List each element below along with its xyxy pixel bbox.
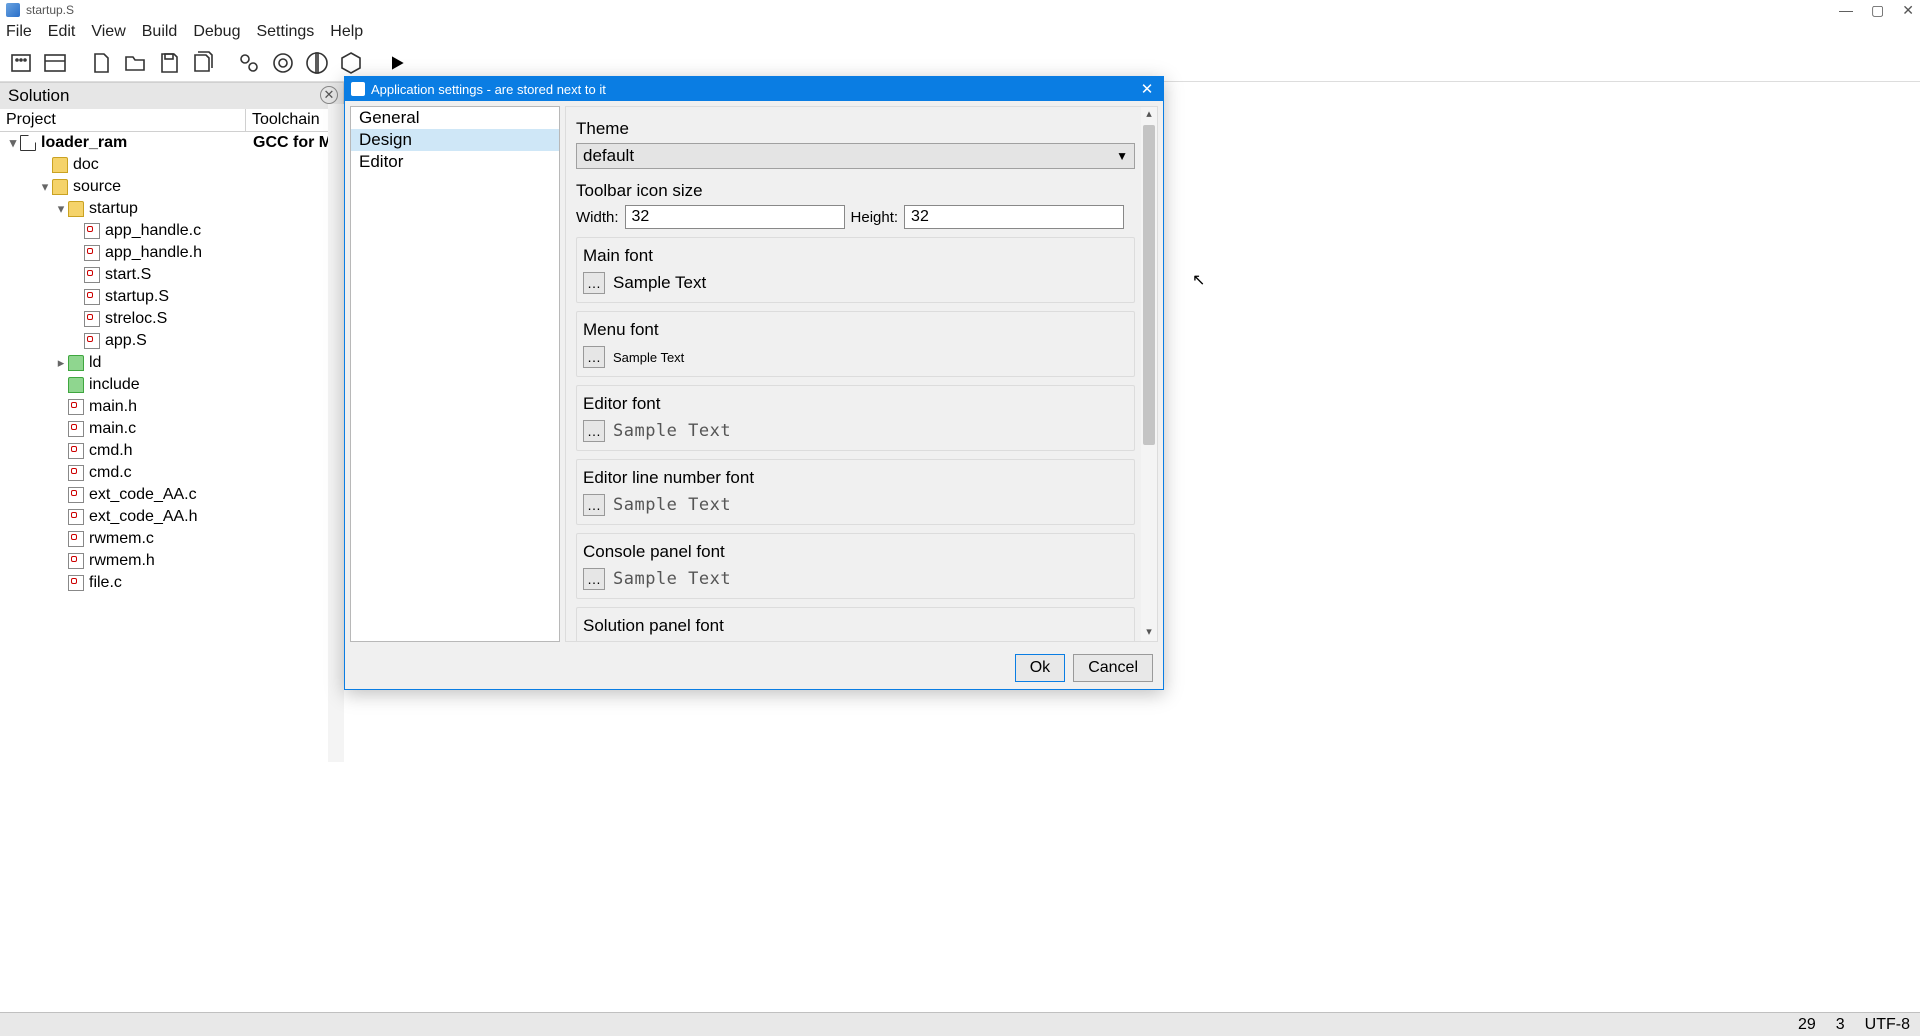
font-group-main: Main font…Sample Text [576, 237, 1135, 303]
tree-item[interactable]: file.c [0, 572, 343, 594]
status-encoding: UTF-8 [1865, 1016, 1910, 1034]
save-icon[interactable] [154, 48, 184, 78]
maximize-button[interactable]: ▢ [1871, 2, 1884, 19]
width-label: Width: [576, 209, 619, 226]
height-label: Height: [851, 209, 899, 226]
font-sample: Sample Text [613, 350, 684, 365]
tree-item[interactable]: main.c [0, 418, 343, 440]
font-group-editor_ln: Editor line number font…Sample Text [576, 459, 1135, 525]
dialog-title-bar[interactable]: Application settings - are stored next t… [345, 77, 1163, 101]
cancel-button[interactable]: Cancel [1073, 654, 1153, 682]
dialog-content: ▴▾ Theme default ▼ Toolbar icon size Wid… [565, 106, 1158, 642]
font-picker-button[interactable]: … [583, 420, 605, 442]
width-input[interactable] [625, 205, 845, 229]
dialog-nav: General Design Editor [350, 106, 560, 642]
editor-scrollbar[interactable] [328, 104, 344, 762]
disc-icon[interactable] [302, 48, 332, 78]
close-editor-icon[interactable]: ✕ [320, 86, 338, 104]
ok-button[interactable]: Ok [1015, 654, 1065, 682]
chevron-down-icon: ▼ [1116, 149, 1128, 163]
tree-item[interactable]: rwmem.c [0, 528, 343, 550]
tree-item[interactable]: rwmem.h [0, 550, 343, 572]
tree-item[interactable]: doc [0, 154, 343, 176]
tree-item[interactable]: start.S [0, 264, 343, 286]
theme-value: default [583, 146, 634, 166]
solution-panel-title: Solution [0, 82, 343, 109]
font-group-editor: Editor font…Sample Text [576, 385, 1135, 451]
col-project: Project [0, 109, 246, 131]
toolbar-size-label: Toolbar icon size [576, 181, 1135, 201]
cube-icon[interactable] [336, 48, 366, 78]
dialog-title: Application settings - are stored next t… [371, 82, 606, 97]
tree-item[interactable]: main.h [0, 396, 343, 418]
font-sample: Sample Text [613, 495, 731, 515]
new-file-icon[interactable] [86, 48, 116, 78]
tree-item[interactable]: cmd.h [0, 440, 343, 462]
settings-dialog: Application settings - are stored next t… [344, 76, 1164, 690]
menu-bar: File Edit View Build Debug Settings Help [0, 20, 1920, 44]
tree-item[interactable]: ▸ld [0, 352, 343, 374]
tree-item[interactable]: include [0, 374, 343, 396]
gears-icon[interactable] [234, 48, 264, 78]
font-group-menu: Menu font…Sample Text [576, 311, 1135, 377]
dialog-icon [351, 82, 365, 96]
font-picker-button[interactable]: … [583, 494, 605, 516]
solution-panel: Solution Project Toolchain ▾loader_ramGC… [0, 82, 344, 762]
toolbar-btn-2[interactable] [40, 48, 70, 78]
toolbar-btn-1[interactable] [6, 48, 36, 78]
tree-item[interactable]: ▾source [0, 176, 343, 198]
menu-edit[interactable]: Edit [48, 23, 76, 41]
dialog-close-icon[interactable]: ✕ [1137, 80, 1157, 98]
dialog-scrollbar[interactable]: ▴▾ [1141, 107, 1157, 641]
tree-item[interactable]: streloc.S [0, 308, 343, 330]
app-icon [6, 3, 20, 17]
target-icon[interactable] [268, 48, 298, 78]
close-window-button[interactable]: ✕ [1902, 2, 1914, 19]
window-title-bar: startup.S — ▢ ✕ [0, 0, 1920, 20]
solution-columns: Project Toolchain [0, 109, 343, 132]
font-sample: Sample Text [613, 421, 731, 441]
font-sample: Sample Text [613, 273, 706, 293]
tree-item[interactable]: ▾startup [0, 198, 343, 220]
window-title: startup.S [26, 3, 74, 17]
tree-item[interactable]: app_handle.c [0, 220, 343, 242]
menu-help[interactable]: Help [330, 23, 363, 41]
menu-file[interactable]: File [6, 23, 32, 41]
tree-item[interactable]: ext_code_AA.c [0, 484, 343, 506]
status-col: 3 [1836, 1016, 1845, 1034]
menu-debug[interactable]: Debug [193, 23, 240, 41]
font-group-console_font: Console panel font…Sample Text [576, 533, 1135, 599]
minimize-button[interactable]: — [1839, 2, 1853, 19]
open-folder-icon[interactable] [120, 48, 150, 78]
tree-item[interactable]: app_handle.h [0, 242, 343, 264]
font-sample: Sample Text [613, 569, 731, 589]
font-picker-button[interactable]: … [583, 568, 605, 590]
font-group-solution_font: Solution panel font…Sample Text [576, 607, 1135, 642]
solution-tree[interactable]: ▾loader_ramGCC for MIPSdoc▾source▾startu… [0, 132, 343, 762]
menu-build[interactable]: Build [142, 23, 178, 41]
nav-general[interactable]: General [351, 107, 559, 129]
tree-item[interactable]: cmd.c [0, 462, 343, 484]
status-line: 29 [1798, 1016, 1816, 1034]
status-bar: 29 3 UTF-8 [0, 1012, 1920, 1036]
save-all-icon[interactable] [188, 48, 218, 78]
tree-item[interactable]: startup.S [0, 286, 343, 308]
tree-root[interactable]: ▾loader_ramGCC for MIPS [0, 132, 343, 154]
height-input[interactable] [904, 205, 1124, 229]
tree-item[interactable]: ext_code_AA.h [0, 506, 343, 528]
menu-view[interactable]: View [91, 23, 125, 41]
menu-settings[interactable]: Settings [256, 23, 314, 41]
run-icon[interactable] [382, 48, 412, 78]
nav-design[interactable]: Design [351, 129, 559, 151]
theme-combo[interactable]: default ▼ [576, 143, 1135, 169]
dialog-footer: Ok Cancel [345, 647, 1163, 689]
font-picker-button[interactable]: … [583, 272, 605, 294]
nav-editor[interactable]: Editor [351, 151, 559, 173]
theme-label: Theme [576, 119, 1135, 139]
tree-item[interactable]: app.S [0, 330, 343, 352]
font-picker-button[interactable]: … [583, 346, 605, 368]
